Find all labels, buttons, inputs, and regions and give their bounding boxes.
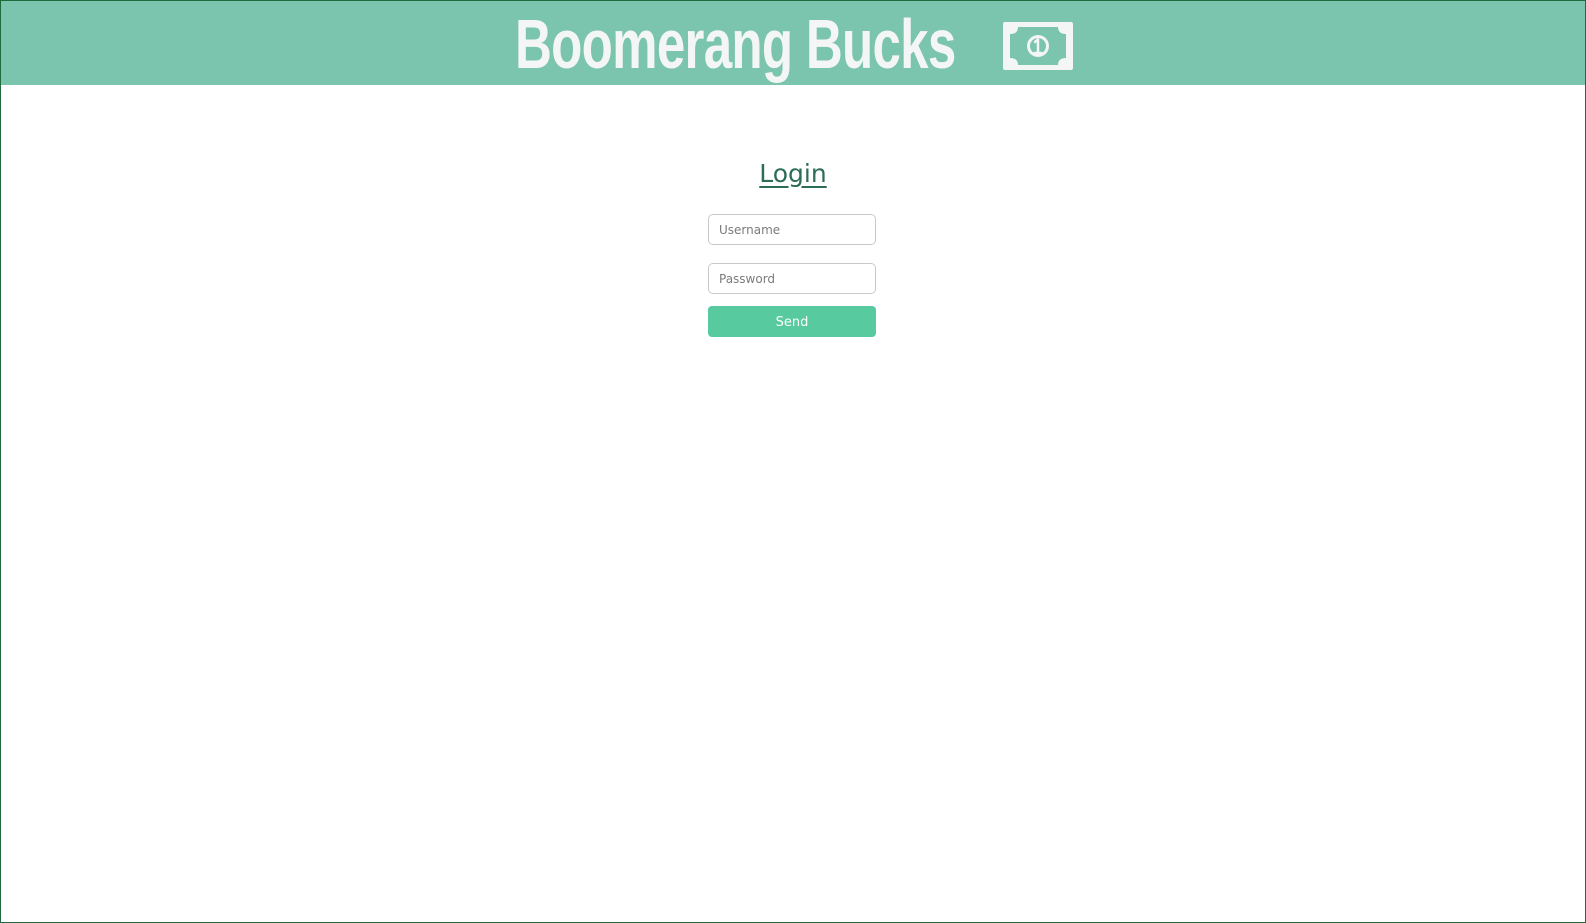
- username-input[interactable]: [708, 214, 876, 245]
- page: Boomerang Bucks Login Send: [0, 0, 1586, 923]
- brand-title: Boomerang Bucks: [515, 5, 956, 83]
- site-header: Boomerang Bucks: [1, 1, 1585, 85]
- login-area: Login Send: [1, 85, 1585, 922]
- send-button[interactable]: Send: [708, 306, 876, 337]
- login-title: Login: [759, 159, 827, 188]
- password-input[interactable]: [708, 263, 876, 294]
- dollar-bill-icon: [1003, 22, 1073, 70]
- brand: Boomerang Bucks: [515, 5, 1073, 83]
